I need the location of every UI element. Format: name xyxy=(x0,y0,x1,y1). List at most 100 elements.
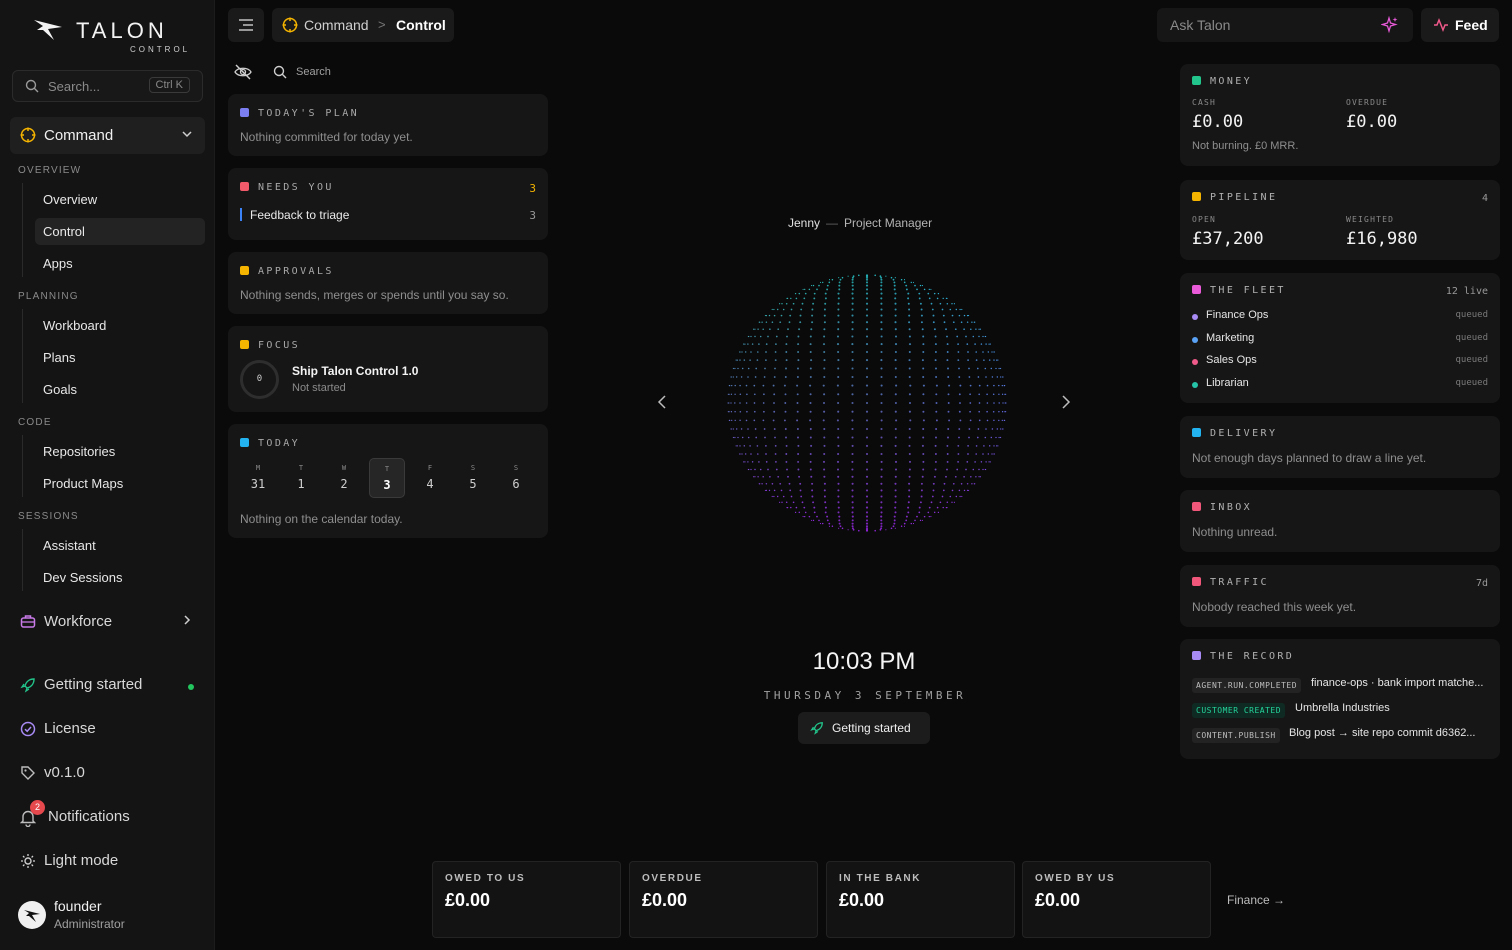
day-cell[interactable]: W2 xyxy=(326,458,362,498)
record-card[interactable]: THE RECORD AGENT.RUN.COMPLETED finance-o… xyxy=(1180,639,1500,759)
feed-button[interactable]: Feed xyxy=(1421,8,1499,42)
needs-you-count: 3 xyxy=(529,182,536,195)
chevron-right-icon[interactable] xyxy=(1060,394,1072,410)
stat-owed-by-us[interactable]: OWED BY US £0.00 xyxy=(1022,861,1211,938)
sidebar-item-assistant[interactable]: Assistant xyxy=(35,532,205,559)
orb-dot xyxy=(743,461,745,463)
light-mode-toggle[interactable]: Light mode xyxy=(20,850,200,874)
orb-dot xyxy=(779,303,781,305)
orb-dot xyxy=(756,359,759,361)
orb-dot xyxy=(880,302,883,305)
orb-dot xyxy=(739,453,741,455)
orb-dot xyxy=(894,436,897,439)
focus-card[interactable]: FOCUS 0 Ship Talon Control 1.0 Not start… xyxy=(228,326,548,412)
getting-started-button[interactable]: Getting started xyxy=(798,712,930,744)
day-cell[interactable]: F4 xyxy=(412,458,448,498)
persona-label[interactable]: Jenny — Project Manager xyxy=(788,216,932,230)
record-row[interactable]: CONTENT.PUBLISH Blog post → site repo co… xyxy=(1192,727,1488,747)
talon-logo[interactable]: TALON CONTROL xyxy=(34,16,194,56)
fleet-agent-row[interactable]: Marketing queued xyxy=(1192,332,1488,350)
orb-dot xyxy=(756,445,759,447)
nav-group-command[interactable]: Command xyxy=(10,117,205,154)
assistant-orb[interactable] xyxy=(722,268,1012,538)
sidebar-item-goals[interactable]: Goals xyxy=(35,376,205,403)
getting-started-link[interactable]: Getting started xyxy=(20,674,200,698)
eye-off-icon[interactable] xyxy=(234,64,252,80)
pipeline-card[interactable]: PIPELINE 4 OPEN £37,200 WEIGHTED £16,980 xyxy=(1180,180,1500,260)
inbox-card[interactable]: INBOX Nothing unread. xyxy=(1180,490,1500,552)
license-link[interactable]: License xyxy=(20,718,200,742)
fleet-card[interactable]: THE FLEET 12 live Finance Ops queued Mark… xyxy=(1180,273,1500,403)
record-tag: CUSTOMER CREATED xyxy=(1192,703,1286,718)
day-number: 4 xyxy=(426,477,434,491)
orb-dot xyxy=(758,461,760,463)
finance-link[interactable]: Finance → xyxy=(1227,893,1285,907)
day-number: 31 xyxy=(250,477,266,491)
orb-dot xyxy=(757,328,759,330)
day-cell[interactable]: M 31 xyxy=(240,458,276,498)
day-cell-selected[interactable]: T3 xyxy=(369,458,405,498)
orb-dot xyxy=(767,335,769,338)
ask-talon-input[interactable]: Ask Talon xyxy=(1157,8,1413,42)
breadcrumb-command[interactable]: Command xyxy=(304,17,369,33)
sidebar-item-apps[interactable]: Apps xyxy=(35,250,205,277)
fleet-agent-row[interactable]: Librarian queued xyxy=(1192,377,1488,395)
orb-dot xyxy=(784,428,787,430)
day-cell[interactable]: T1 xyxy=(283,458,319,498)
orb-dot xyxy=(798,292,801,295)
day-cell[interactable]: S5 xyxy=(455,458,491,498)
orb-dot xyxy=(865,276,869,279)
needs-you-card[interactable]: NEEDS YOU 3 Feedback to triage 3 xyxy=(228,168,548,240)
orb-dot xyxy=(880,281,883,284)
chevron-left-icon[interactable] xyxy=(656,394,668,410)
sidebar-item-repositories[interactable]: Repositories xyxy=(35,438,205,465)
record-row[interactable]: CUSTOMER CREATED Umbrella Industries xyxy=(1192,702,1488,722)
version-link[interactable]: v0.1.0 xyxy=(20,762,200,786)
user-profile[interactable]: founder Administrator xyxy=(18,897,208,937)
delivery-card[interactable]: DELIVERY Not enough days planned to draw… xyxy=(1180,416,1500,478)
sidebar-search-input[interactable]: Search... Ctrl K xyxy=(12,70,203,102)
orb-dot xyxy=(922,335,925,338)
sidebar-item-control[interactable]: Control xyxy=(35,218,205,245)
traffic-range[interactable]: 7d xyxy=(1476,578,1488,589)
stat-in-the-bank[interactable]: IN THE BANK £0.00 xyxy=(826,861,1015,938)
orb-dot xyxy=(771,483,774,485)
orb-dot xyxy=(1004,419,1006,421)
fleet-agent-row[interactable]: Finance Ops queued xyxy=(1192,309,1488,327)
stat-owed-to-us[interactable]: OWED TO US £0.00 xyxy=(432,861,621,938)
todays-plan-card[interactable]: TODAY'S PLAN Nothing committed for today… xyxy=(228,94,548,156)
menu-toggle-button[interactable] xyxy=(228,8,264,42)
orb-dot xyxy=(809,375,812,379)
traffic-card[interactable]: TRAFFIC 7d Nobody reached this week yet. xyxy=(1180,565,1500,627)
feedback-triage-item[interactable]: Feedback to triage xyxy=(250,208,349,222)
orb-dot xyxy=(934,335,937,338)
today-calendar-card[interactable]: TODAY M 31 T1 W2 T3 F4 S5 S6 Nothing on t… xyxy=(228,424,548,538)
orb-dot xyxy=(894,410,897,413)
approvals-card[interactable]: APPROVALS Nothing sends, merges or spend… xyxy=(228,252,548,314)
cash-value: £0.00 xyxy=(1192,112,1244,132)
search-icon[interactable] xyxy=(273,65,287,79)
orb-dot xyxy=(971,321,973,323)
orb-dot xyxy=(890,527,893,530)
stat-overdue[interactable]: OVERDUE £0.00 xyxy=(629,861,818,938)
sidebar-item-workboard[interactable]: Workboard xyxy=(35,312,205,339)
day-cell[interactable]: S6 xyxy=(498,458,534,498)
left-search-label[interactable]: Search xyxy=(296,66,331,78)
sidebar-item-product-maps[interactable]: Product Maps xyxy=(35,470,205,497)
orb-dot xyxy=(785,436,787,439)
sidebar-item-overview[interactable]: Overview xyxy=(35,186,205,213)
orb-dot xyxy=(947,393,950,396)
nav-group-workforce[interactable]: Workforce xyxy=(10,603,205,640)
sidebar-item-plans[interactable]: Plans xyxy=(35,344,205,371)
record-row[interactable]: AGENT.RUN.COMPLETED finance-ops · bank i… xyxy=(1192,677,1488,697)
orb-dot xyxy=(865,522,869,525)
money-card[interactable]: MONEY CASH £0.00 OVERDUE £0.00 Not burni… xyxy=(1180,64,1500,166)
orb-dot xyxy=(765,461,768,463)
fleet-agent-row[interactable]: Sales Ops queued xyxy=(1192,354,1488,372)
notifications-link[interactable]: 2 Notifications xyxy=(20,800,200,830)
orb-dot xyxy=(734,384,736,387)
sidebar-item-dev-sessions[interactable]: Dev Sessions xyxy=(35,564,205,591)
orb-dot xyxy=(799,489,802,492)
orb-dot xyxy=(837,495,840,498)
orb-dot xyxy=(880,522,883,525)
